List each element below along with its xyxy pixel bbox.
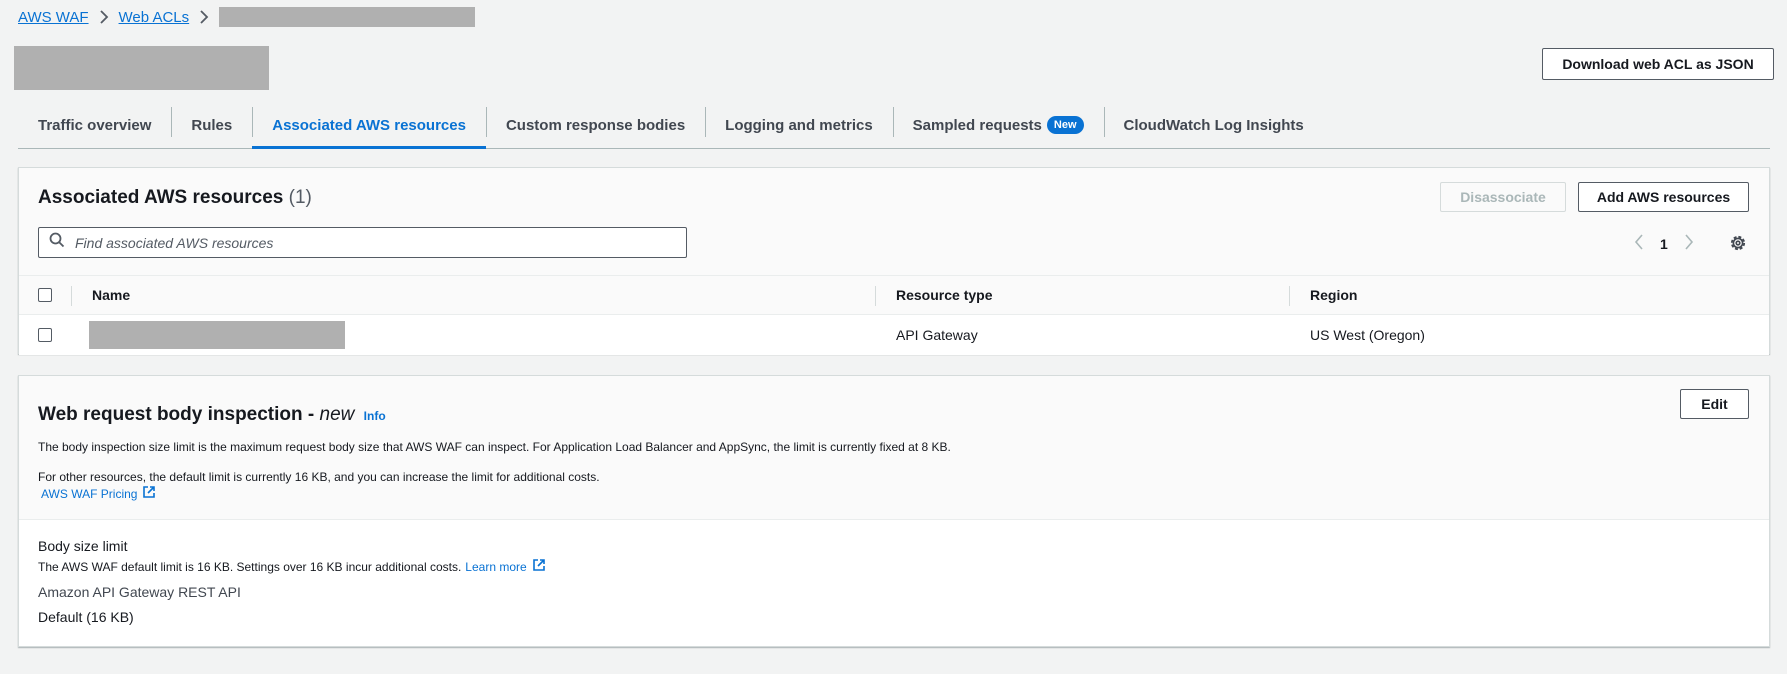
resource-name-redacted bbox=[89, 321, 345, 349]
aws-waf-pricing-link[interactable]: AWS WAF Pricing bbox=[41, 485, 156, 502]
api-gateway-label: Amazon API Gateway REST API bbox=[38, 584, 241, 600]
learn-more-link[interactable]: Learn more bbox=[465, 558, 545, 575]
tab-label: CloudWatch Log Insights bbox=[1123, 116, 1304, 134]
row-checkbox[interactable] bbox=[38, 328, 52, 342]
breadcrumb-web-acls[interactable]: Web ACLs bbox=[119, 9, 190, 26]
body-size-limit-label: Body size limit bbox=[38, 538, 128, 554]
breadcrumb-aws-waf[interactable]: AWS WAF bbox=[18, 9, 89, 26]
resource-count: (1) bbox=[288, 187, 312, 208]
api-gateway-value: Default (16 KB) bbox=[38, 609, 134, 625]
search-icon bbox=[49, 232, 65, 253]
chevron-left-icon[interactable] bbox=[1634, 234, 1644, 253]
breadcrumb-current-redacted bbox=[219, 7, 476, 27]
resource-type-cell: API Gateway bbox=[896, 327, 978, 343]
column-header-region[interactable]: Region bbox=[1310, 275, 1357, 315]
panel-title-text: Associated AWS resources bbox=[38, 187, 284, 208]
tab-custom-response-bodies[interactable]: Custom response bodies bbox=[485, 102, 705, 148]
tab-rules[interactable]: Rules bbox=[171, 102, 252, 148]
gear-icon[interactable] bbox=[1729, 234, 1747, 257]
chevron-right-icon bbox=[89, 10, 119, 24]
region-cell: US West (Oregon) bbox=[1310, 327, 1425, 343]
body-size-desc-text: The AWS WAF default limit is 16 KB. Sett… bbox=[38, 559, 462, 574]
table-header: Name Resource type Region bbox=[19, 275, 1769, 315]
search-input[interactable] bbox=[75, 234, 655, 251]
edit-button[interactable]: Edit bbox=[1680, 389, 1749, 419]
page-title-redacted bbox=[14, 46, 269, 90]
tab-label: Sampled requests bbox=[912, 116, 1042, 134]
tab-logging-and-metrics[interactable]: Logging and metrics bbox=[705, 102, 893, 148]
inspection-description: The body inspection size limit is the ma… bbox=[38, 440, 951, 454]
download-json-button[interactable]: Download web ACL as JSON bbox=[1542, 48, 1774, 80]
section-divider bbox=[19, 519, 1769, 520]
associated-resources-panel: Associated AWS resources (1) Disassociat… bbox=[18, 167, 1770, 355]
body-inspection-panel: Web request body inspection - new Info E… bbox=[18, 375, 1770, 647]
column-header-name[interactable]: Name bbox=[92, 275, 130, 315]
external-link-icon bbox=[142, 485, 156, 502]
resource-name-cell bbox=[89, 315, 345, 355]
column-divider bbox=[71, 286, 72, 306]
column-divider bbox=[1289, 286, 1290, 306]
search-field[interactable] bbox=[38, 227, 687, 258]
panel-title: Associated AWS resources (1) bbox=[38, 187, 312, 209]
select-all-checkbox[interactable] bbox=[38, 288, 52, 302]
panel-title-text: Web request body inspection - bbox=[38, 404, 320, 425]
select-all-checkbox-cell bbox=[38, 275, 52, 315]
tab-label: Associated AWS resources bbox=[272, 116, 466, 134]
external-link-icon bbox=[532, 558, 546, 575]
resources-table: Name Resource type Region API Gateway US… bbox=[19, 275, 1769, 355]
disassociate-button[interactable]: Disassociate bbox=[1440, 182, 1566, 212]
column-header-resource-type[interactable]: Resource type bbox=[896, 275, 992, 315]
tab-sampled-requests[interactable]: Sampled requests New bbox=[892, 102, 1104, 148]
pricing-link-text: AWS WAF Pricing bbox=[41, 486, 138, 501]
panel-title: Web request body inspection - new Info bbox=[38, 404, 386, 426]
tab-bar: Traffic overview Rules Associated AWS re… bbox=[18, 102, 1770, 149]
body-size-section bbox=[19, 520, 1769, 646]
tab-label: Traffic overview bbox=[38, 116, 152, 134]
body-size-limit-description: The AWS WAF default limit is 16 KB. Sett… bbox=[38, 558, 546, 575]
chevron-right-icon bbox=[189, 10, 219, 24]
info-link[interactable]: Info bbox=[364, 409, 386, 423]
chevron-right-icon[interactable] bbox=[1684, 234, 1694, 253]
new-label: new bbox=[319, 404, 355, 425]
row-checkbox-cell bbox=[38, 315, 52, 355]
tab-associated-aws-resources[interactable]: Associated AWS resources bbox=[252, 102, 486, 149]
inspection-description-other: For other resources, the default limit i… bbox=[38, 470, 600, 484]
tab-label: Rules bbox=[191, 116, 233, 134]
tab-traffic-overview[interactable]: Traffic overview bbox=[18, 102, 171, 148]
breadcrumb: AWS WAF Web ACLs bbox=[18, 7, 476, 27]
page-number[interactable]: 1 bbox=[1660, 236, 1668, 252]
table-row[interactable]: API Gateway US West (Oregon) bbox=[19, 315, 1769, 355]
learn-more-text: Learn more bbox=[465, 559, 527, 574]
column-divider bbox=[875, 286, 876, 306]
pagination: 1 bbox=[1634, 234, 1694, 253]
new-badge: New bbox=[1046, 116, 1084, 134]
tab-label: Custom response bodies bbox=[505, 116, 686, 134]
tab-cloudwatch-log-insights[interactable]: CloudWatch Log Insights bbox=[1103, 102, 1324, 148]
add-aws-resources-button[interactable]: Add AWS resources bbox=[1578, 182, 1749, 212]
tab-label: Logging and metrics bbox=[725, 116, 873, 134]
